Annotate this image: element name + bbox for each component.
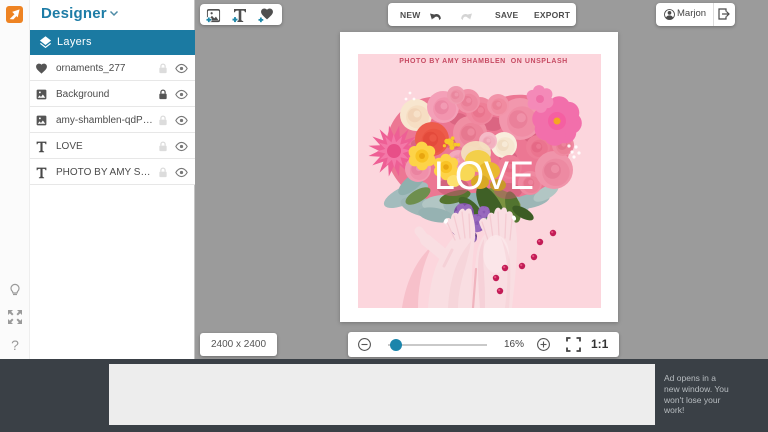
svg-text:LOVE: LOVE (434, 154, 534, 198)
